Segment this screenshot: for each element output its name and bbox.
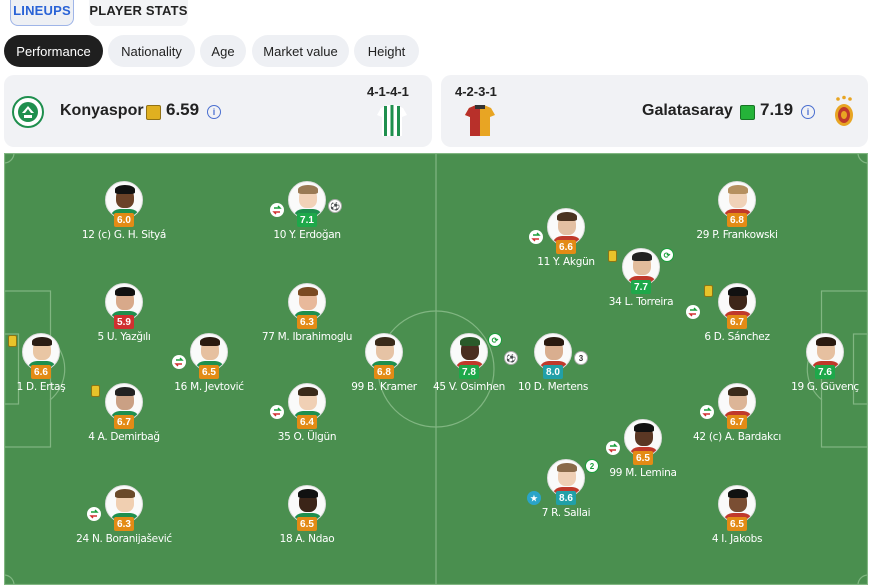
player-rating: 6.7 [727,315,747,329]
substitution-icon [270,203,284,217]
home-rating-square [146,105,161,120]
substitution-icon [686,305,700,319]
player-rating: 6.6 [556,240,576,254]
player-card[interactable]: 6.3 24 N. Boranijašević [59,485,189,575]
player-name: 4 I. Jakobs [711,533,763,545]
player-rating: 5.9 [114,315,134,329]
away-formation: 4-2-3-1 [455,84,497,99]
galatasaray-logo-icon [835,95,853,126]
player-name: 12 (c) G. H. Sityá [81,229,167,241]
top-tabs: LINEUPS PLAYER STATS [0,0,872,30]
away-team-name[interactable]: Galatasaray [642,102,733,120]
player-card[interactable]: 8.0 10 D. Mertens 3 [488,333,618,423]
player-name: 24 N. Boranijašević [76,533,172,545]
player-rating: 6.3 [297,315,317,329]
konyaspor-logo-icon [12,96,44,128]
player-rating: 6.6 [31,365,51,379]
player-rating: 6.5 [727,517,747,531]
player-rating: 7.1 [297,213,317,227]
player-rating: 6.3 [114,517,134,531]
player-name: 29 P. Frankowski [696,229,778,241]
player-rating: 6.7 [114,415,134,429]
substitution-icon [606,441,620,455]
filter-height[interactable]: Height [354,35,419,67]
player-card[interactable]: 7.6 19 G. Güvenç [760,333,868,423]
player-rating: 6.8 [374,365,394,379]
tab-lineups[interactable]: LINEUPS [10,0,74,26]
player-rating: 6.0 [114,213,134,227]
filter-age[interactable]: Age [200,35,246,67]
substitution-icon [700,405,714,419]
home-rating: 6.59 [166,100,200,119]
info-icon[interactable]: i [801,105,815,119]
player-rating: 6.5 [199,365,219,379]
player-rating: 7.6 [815,365,835,379]
player-rating: 6.5 [633,451,653,465]
player-name: 18 A. Ndao [279,533,335,545]
yellow-card-icon [704,285,713,297]
player-rating: 7.7 [631,280,651,294]
substitution-icon [172,355,186,369]
player-name: 35 O. Ülgün [277,431,337,443]
filter-market-value[interactable]: Market value [252,35,349,67]
player-rating: 6.7 [727,415,747,429]
away-jersey-icon [465,105,495,136]
substitution-icon [529,230,543,244]
player-rating: 6.5 [297,517,317,531]
home-team-card: Konyaspor 6.59 i 4-1-4-1 [4,75,432,147]
yellow-card-icon [8,335,17,347]
tab-player-stats[interactable]: PLAYER STATS [89,0,188,26]
yellow-card-icon [91,385,100,397]
home-formation: 4-1-4-1 [367,84,409,99]
player-rating: 6.8 [727,213,747,227]
player-name: 42 (c) A. Bardakcı [693,431,781,443]
player-rating: 8.0 [543,365,563,379]
player-rating: 7.8 [459,365,479,379]
filter-nationality[interactable]: Nationality [108,35,195,67]
star-icon: ★ [527,491,541,505]
away-rating-square [740,105,755,120]
player-rating: 6.4 [297,415,317,429]
away-rating: 7.19 [760,100,794,119]
player-rating: 8.6 [556,491,576,505]
player-card[interactable]: 6.8 29 P. Frankowski [672,181,802,271]
info-icon[interactable]: i [207,105,221,119]
ball-icon: 3 [574,351,588,365]
filter-performance[interactable]: Performance [4,35,103,67]
home-jersey-icon [377,105,407,136]
substitution-icon [87,507,101,521]
player-name: 4 A. Demirbağ [88,431,160,443]
away-team-card: 4-2-3-1 Galatasaray 7.19 i [441,75,868,147]
ball-icon: ⚽ [328,199,342,213]
player-card[interactable]: 6.5 4 I. Jakobs [672,485,802,575]
player-card[interactable]: 6.0 12 (c) G. H. Sityá [59,181,189,271]
player-card[interactable]: 6.5 18 A. Ndao [242,485,372,575]
pitch: 6.6 1 D. Ertaş 6.0 12 (c) G. H. Sityá 5.… [4,153,868,585]
yellow-card-icon [608,250,617,262]
player-name: 19 G. Güvenç [791,381,859,393]
player-name: 10 D. Mertens [517,381,589,393]
player-name: 10 Y. Erdoğan [273,229,341,241]
player-card[interactable]: 7.1 10 Y. Erdoğan ⚽ [242,181,372,271]
substitution-icon [270,405,284,419]
home-team-name[interactable]: Konyaspor [60,102,144,120]
